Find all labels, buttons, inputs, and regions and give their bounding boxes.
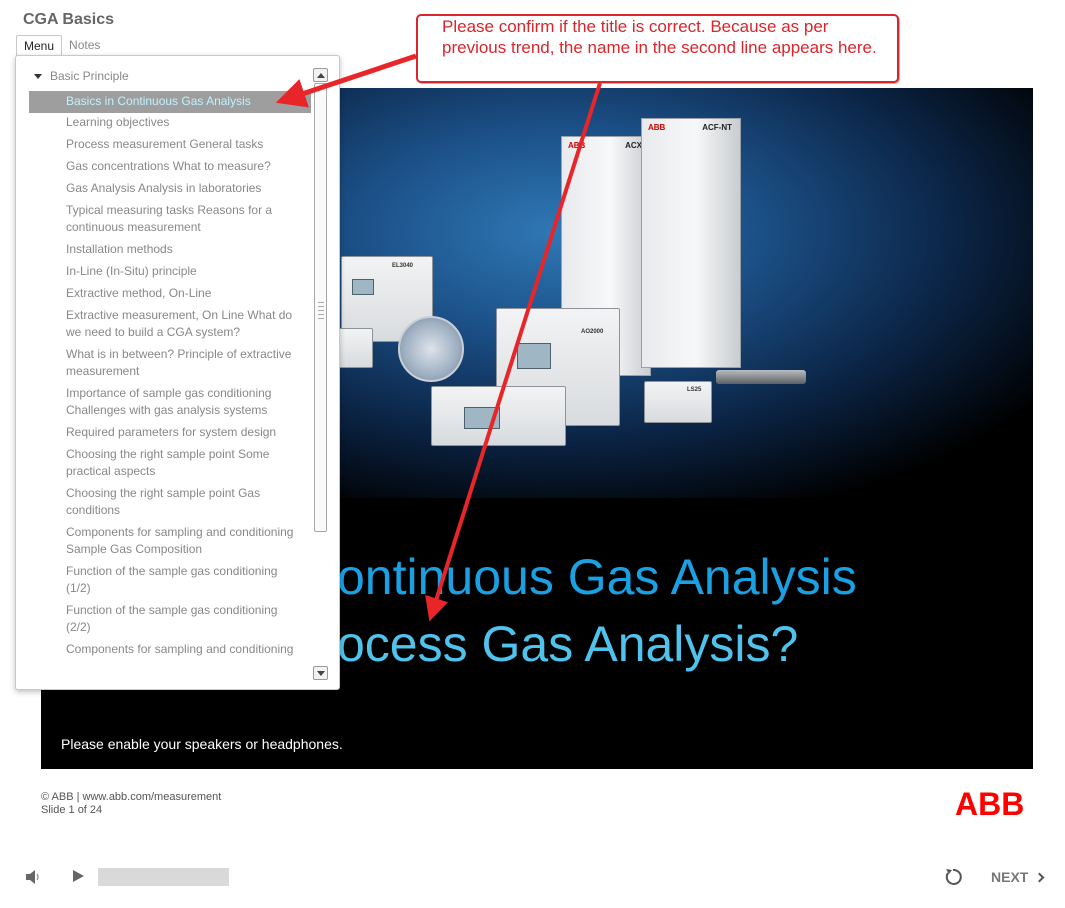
menu-item[interactable]: Choosing the right sample point Gas cond… — [29, 484, 311, 523]
menu-item[interactable]: Process measurement General tasks — [29, 135, 311, 157]
bench-device — [431, 386, 566, 446]
progress-bar[interactable] — [98, 868, 229, 886]
device-screen — [517, 343, 551, 369]
speaker-icon[interactable] — [25, 870, 41, 884]
callout-text: Please confirm if the title is correct. … — [442, 17, 877, 57]
menu-panel: Basic Principle Basics in Continuous Gas… — [15, 55, 340, 690]
device-label: LS25 — [687, 387, 702, 393]
heading-line-1: ontinuous Gas Analysis — [337, 549, 857, 605]
menu-item[interactable]: Components for sampling and conditioning — [29, 640, 311, 662]
device-label: EL3040 — [392, 263, 414, 269]
scroll-thumb[interactable] — [314, 83, 327, 532]
menu-section-label: Basic Principle — [50, 69, 129, 83]
next-label: NEXT — [991, 869, 1029, 885]
menu-item[interactable]: Required parameters for system design — [29, 423, 311, 445]
play-icon[interactable] — [73, 870, 84, 882]
menu-item[interactable]: Function of the sample gas conditioning … — [29, 562, 311, 601]
next-button[interactable]: NEXT — [991, 869, 1045, 885]
probe-tube — [716, 370, 806, 384]
small-device — [337, 328, 373, 368]
chevron-right-icon — [1034, 872, 1045, 882]
ls25-device: LS25 — [644, 381, 712, 423]
copyright-text: © ABB | www.abb.com/measurement — [41, 791, 222, 803]
round-analyzer — [398, 316, 464, 382]
replay-icon[interactable] — [944, 868, 962, 886]
cabinet-brand: ABB — [648, 123, 666, 132]
tab-menu[interactable]: Menu — [16, 35, 63, 56]
abb-logo: ABB — [955, 786, 1025, 822]
acf-nt-cabinet: ABB ACF-NT — [641, 118, 741, 368]
panel-tabs: Menu Notes — [16, 35, 107, 56]
menu-item[interactable]: Components for sampling and conditioning… — [29, 523, 311, 562]
heading-line-2: ocess Gas Analysis? — [337, 616, 799, 672]
menu-item[interactable]: Gas concentrations What to measure? — [29, 157, 311, 179]
menu-item-current[interactable]: Basics in Continuous Gas Analysis — [29, 91, 311, 113]
player-controls: NEXT — [0, 860, 1065, 894]
menu-item[interactable]: Choosing the right sample point Some pra… — [29, 445, 311, 484]
menu-item[interactable]: Learning objectives — [29, 113, 311, 135]
device-screen — [352, 279, 374, 295]
slide-counter: Slide 1 of 24 — [41, 804, 103, 816]
cabinet-model: ACX — [625, 141, 642, 150]
menu-item[interactable]: What is in between? Principle of extract… — [29, 345, 311, 384]
cabinet-model: ACF-NT — [702, 123, 732, 132]
scroll-up-icon[interactable] — [313, 68, 328, 82]
triangle-down-icon — [34, 73, 42, 79]
device-label: AO2000 — [581, 329, 604, 335]
menu-scrollbar[interactable] — [313, 68, 328, 680]
menu-list: Basics in Continuous Gas Analysis Learnin… — [29, 91, 311, 662]
menu-item[interactable]: Importance of sample gas conditioning Ch… — [29, 384, 311, 423]
cabinet-brand: ABB — [568, 141, 586, 150]
menu-item[interactable]: Extractive measurement, On Line What do … — [29, 306, 311, 345]
footer-copyright: © ABB | www.abb.com/measurement Slide 1 … — [41, 791, 221, 817]
menu-section-basic-principle[interactable]: Basic Principle — [34, 69, 129, 83]
app-title: CGA Basics — [23, 11, 114, 28]
menu-item[interactable]: Extractive method, On-Line — [29, 284, 311, 306]
menu-item[interactable]: Typical measuring tasks Reasons for a co… — [29, 201, 311, 240]
device-screen — [464, 407, 500, 429]
menu-item[interactable]: In-Line (In-Situ) principle — [29, 262, 311, 284]
review-callout: Please confirm if the title is correct. … — [416, 14, 899, 83]
scroll-down-icon[interactable] — [313, 666, 328, 680]
menu-item[interactable]: Function of the sample gas conditioning … — [29, 601, 311, 640]
tab-notes[interactable]: Notes — [62, 35, 107, 56]
menu-item[interactable]: Installation methods — [29, 240, 311, 262]
speaker-note: Please enable your speakers or headphone… — [61, 736, 343, 752]
menu-item[interactable]: Gas Analysis Analysis in laboratories — [29, 179, 311, 201]
